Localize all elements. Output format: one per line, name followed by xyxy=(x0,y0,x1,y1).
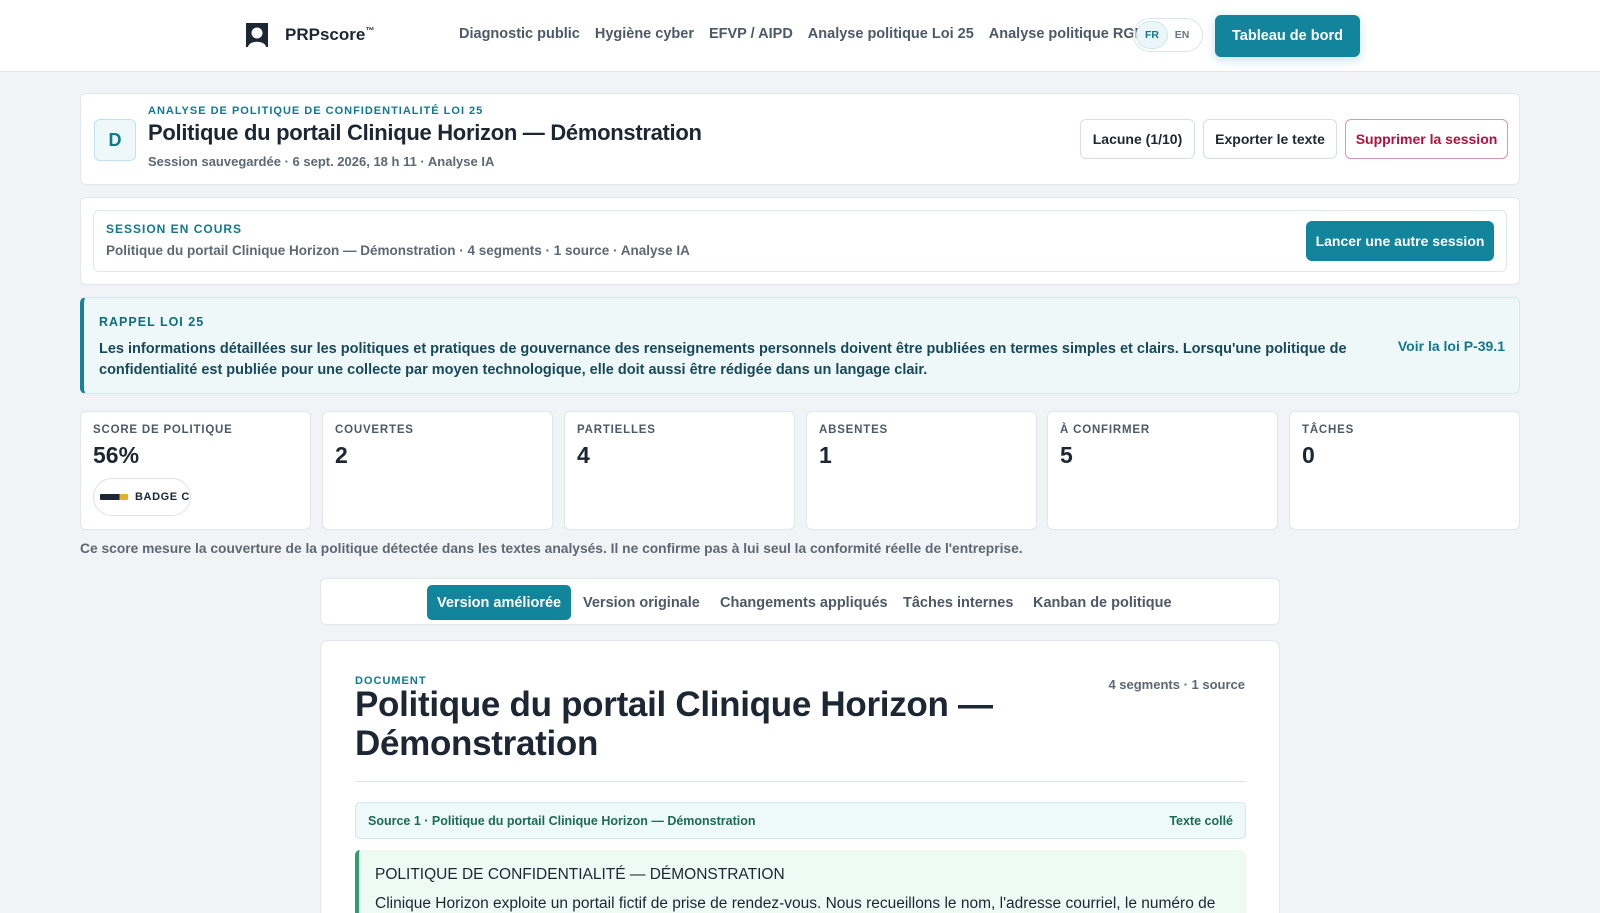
session-eyebrow: SESSION EN COURS xyxy=(106,222,243,236)
stat-value: 0 xyxy=(1302,442,1315,468)
reminder-text: Les informations détaillées sur les poli… xyxy=(99,341,1347,378)
language-switcher: FR EN xyxy=(1133,18,1203,52)
source-header: Source 1 · Politique du portail Clinique… xyxy=(355,802,1246,839)
stat-label: COUVERTES xyxy=(335,424,414,436)
stat-to-confirm: À CONFIRMER 5 xyxy=(1047,411,1278,530)
brand-logo[interactable]: PRPscore™ xyxy=(243,20,374,50)
nav-link-efvp[interactable]: EFVP / AIPD xyxy=(709,26,793,42)
nav-link-diagnostic[interactable]: Diagnostic public xyxy=(459,26,580,42)
stat-label: ABSENTES xyxy=(819,424,889,436)
stat-value: 4 xyxy=(577,442,590,468)
avatar: D xyxy=(94,119,136,161)
lang-en-button[interactable]: EN xyxy=(1167,22,1197,48)
lang-fr-button[interactable]: FR xyxy=(1137,22,1167,48)
nav-links: Diagnostic public Hygiène cyber EFVP / A… xyxy=(459,26,1155,42)
session-meta: Session sauvegardée · 6 sept. 2026, 18 h… xyxy=(148,154,495,169)
header-eyebrow: ANALYSE DE POLITIQUE DE CONFIDENTIALITÉ … xyxy=(148,105,484,117)
current-session-card: SESSION EN COURS Politique du portail Cl… xyxy=(80,197,1520,285)
stat-value: 5 xyxy=(1060,442,1073,468)
view-tabs: Version améliorée Version originale Chan… xyxy=(320,578,1280,625)
policy-segment: POLITIQUE DE CONFIDENTIALITÉ — DÉMONSTRA… xyxy=(355,850,1246,913)
view-law-link[interactable]: Voir la loi P-39.1 xyxy=(1398,338,1505,354)
divider xyxy=(355,781,1246,782)
dashboard-button[interactable]: Tableau de bord xyxy=(1215,15,1360,57)
current-session-panel: SESSION EN COURS Politique du portail Cl… xyxy=(93,210,1507,272)
source-title: Source 1 · Politique du portail Clinique… xyxy=(368,814,756,828)
nav-link-rgpd[interactable]: Analyse politique RGPD xyxy=(989,26,1155,42)
nav-link-cyber-hygiene[interactable]: Hygiène cyber xyxy=(595,26,694,42)
document-counts: 4 segments · 1 source xyxy=(1108,677,1245,692)
export-text-button[interactable]: Exporter le texte xyxy=(1203,119,1337,159)
segment-text: Clinique Horizon exploite un portail fic… xyxy=(375,895,1216,912)
tab-original-version[interactable]: Version originale xyxy=(583,585,700,620)
stat-partial: PARTIELLES 4 xyxy=(564,411,795,530)
stat-tasks: TÂCHES 0 xyxy=(1289,411,1520,530)
stat-covered: COUVERTES 2 xyxy=(322,411,553,530)
tab-policy-kanban[interactable]: Kanban de politique xyxy=(1033,585,1172,620)
session-description: Politique du portail Clinique Horizon — … xyxy=(106,243,690,258)
badge-icon xyxy=(100,494,128,500)
document-title: Politique du portail Clinique Horizon — … xyxy=(355,685,993,763)
user-shield-icon xyxy=(246,23,268,47)
gap-button[interactable]: Lacune (1/10) xyxy=(1080,119,1195,159)
stat-policy-score: SCORE DE POLITIQUE 56% BADGE C xyxy=(80,411,311,530)
launch-session-button[interactable]: Lancer une autre session xyxy=(1306,221,1494,261)
badge-label: BADGE C xyxy=(135,491,190,503)
top-navigation: PRPscore™ Diagnostic public Hygiène cybe… xyxy=(0,0,1600,72)
stat-value: 1 xyxy=(819,442,832,468)
stat-value: 56% xyxy=(93,442,140,468)
stat-label: PARTIELLES xyxy=(577,424,656,436)
nav-link-loi25[interactable]: Analyse politique Loi 25 xyxy=(808,26,974,42)
document-panel: DOCUMENT 4 segments · 1 source Politique… xyxy=(320,640,1280,913)
score-note: Ce score mesure la couverture de la poli… xyxy=(80,541,1023,556)
tab-internal-tasks[interactable]: Tâches internes xyxy=(903,585,1013,620)
stat-label: À CONFIRMER xyxy=(1060,424,1150,436)
delete-session-button[interactable]: Supprimer la session xyxy=(1345,119,1508,159)
loi25-reminder: RAPPEL LOI 25 Les informations détaillée… xyxy=(80,297,1520,394)
stat-label: SCORE DE POLITIQUE xyxy=(93,424,233,436)
stat-label: TÂCHES xyxy=(1302,424,1355,436)
tab-improved-version[interactable]: Version améliorée xyxy=(427,585,572,620)
reminder-eyebrow: RAPPEL LOI 25 xyxy=(99,315,205,329)
stat-absent: ABSENTES 1 xyxy=(806,411,1037,530)
segment-heading: POLITIQUE DE CONFIDENTIALITÉ — DÉMONSTRA… xyxy=(375,866,785,883)
brand-name: PRPscore™ xyxy=(285,25,375,44)
session-header-card: D ANALYSE DE POLITIQUE DE CONFIDENTIALIT… xyxy=(80,93,1520,185)
stat-value: 2 xyxy=(335,442,348,468)
source-kind: Texte collé xyxy=(1169,814,1233,828)
tab-applied-changes[interactable]: Changements appliqués xyxy=(720,585,888,620)
grade-badge: BADGE C xyxy=(93,478,191,516)
page-title: Politique du portail Clinique Horizon — … xyxy=(148,120,702,145)
